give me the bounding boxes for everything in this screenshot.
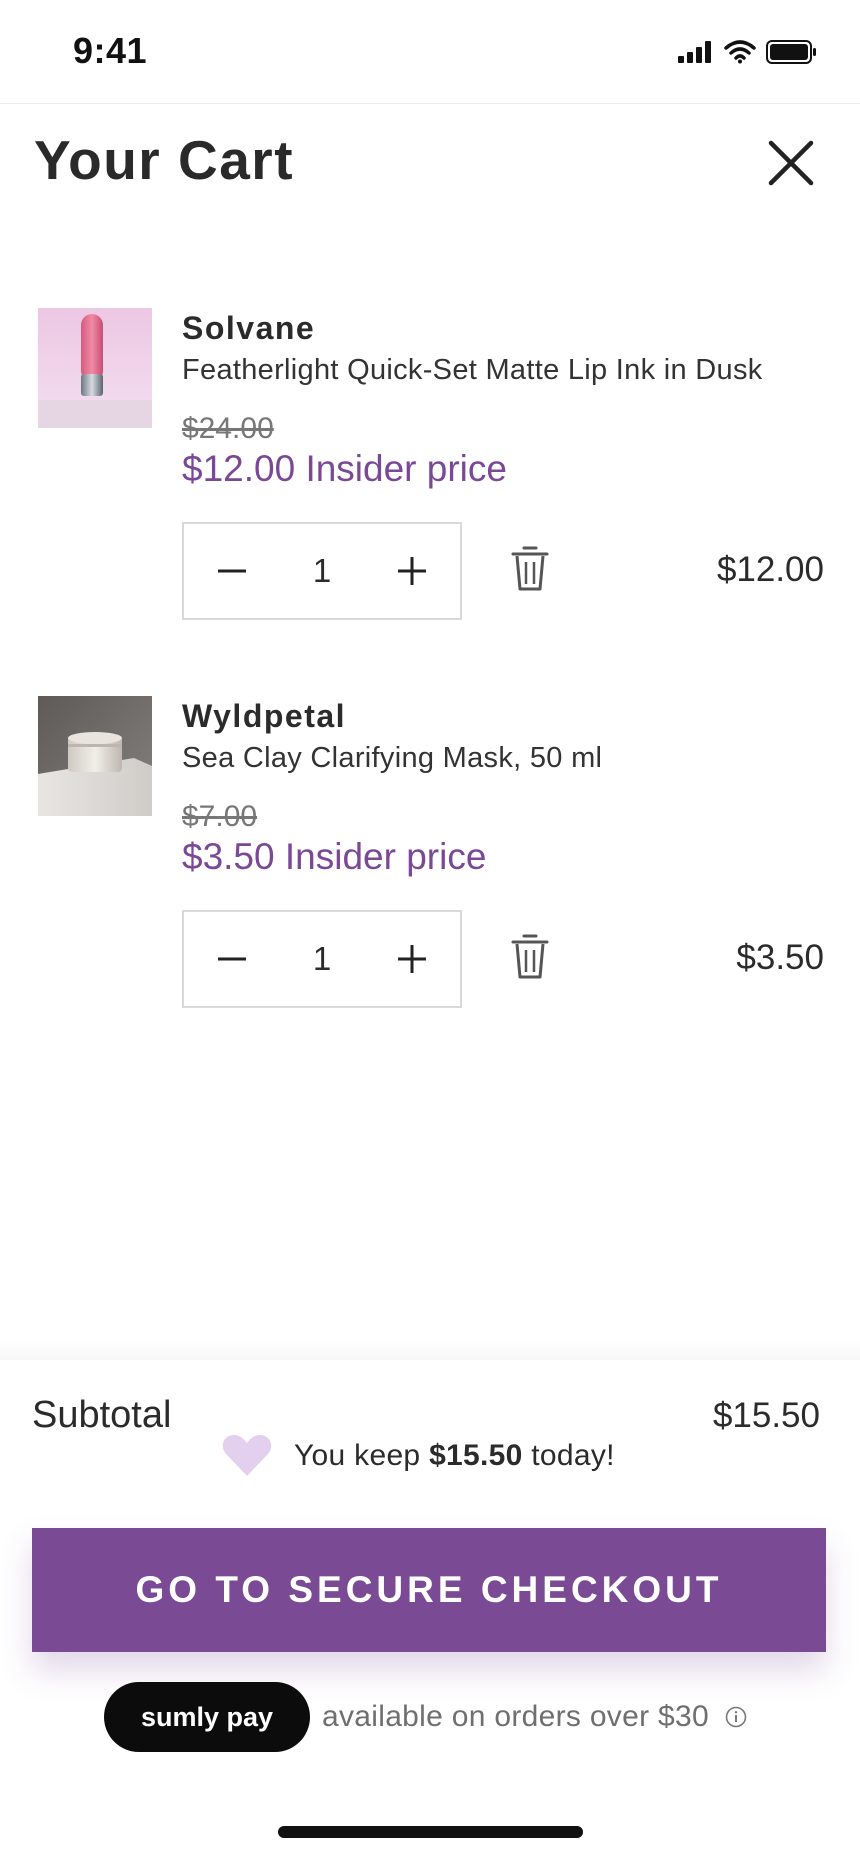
savings-message: You keep $15.50 today!: [222, 1434, 615, 1478]
quantity-stepper: 1: [182, 522, 462, 620]
quantity-value: 1: [312, 552, 332, 589]
item-insider-price: $3.50 Insider price: [182, 836, 487, 877]
page-title: Your Cart: [34, 129, 295, 191]
decrease-quantity-button[interactable]: [192, 912, 272, 1006]
quantity-value: 1: [312, 940, 332, 977]
subtotal-label: Subtotal: [32, 1394, 172, 1436]
home-indicator: [278, 1826, 583, 1838]
info-icon[interactable]: [725, 1706, 747, 1728]
increase-quantity-button[interactable]: [372, 524, 452, 618]
checkout-button[interactable]: GO TO SECURE CHECKOUT: [32, 1528, 826, 1652]
item-line-total: $3.50: [736, 938, 824, 977]
status-icons: [678, 40, 818, 64]
decrease-quantity-button[interactable]: [192, 524, 272, 618]
remove-item-button[interactable]: [510, 932, 550, 982]
status-time: 9:41: [73, 30, 148, 71]
item-brand: Solvane: [182, 310, 316, 346]
remove-item-button[interactable]: [510, 544, 550, 594]
item-name[interactable]: Sea Clay Clarifying Mask, 50 ml: [182, 742, 602, 775]
product-image-clay-mask: [38, 696, 152, 816]
pay-later-text: available on orders over $30: [322, 1700, 709, 1733]
item-original-price: $24.00: [182, 412, 274, 445]
battery-icon: [766, 40, 816, 64]
heart-icon: [222, 1435, 272, 1476]
pay-later-row: sumly pay available on orders over $30: [104, 1682, 747, 1752]
cart-item: Wyldpetal Sea Clay Clarifying Mask, 50 m…: [0, 696, 860, 1026]
sumly-pay-badge[interactable]: sumly pay: [104, 1682, 310, 1752]
quantity-stepper: 1: [182, 910, 462, 1008]
increase-quantity-button[interactable]: [372, 912, 452, 1006]
status-bar: 9:41: [0, 0, 860, 104]
plus-icon: [398, 557, 426, 585]
subtotal-value: $15.50: [712, 1396, 820, 1435]
minus-icon: [218, 569, 246, 573]
item-original-price: $7.00: [182, 800, 258, 833]
minus-icon: [218, 957, 246, 961]
savings-text: You keep $15.50 today!: [294, 1439, 615, 1472]
cart-footer: Subtotal $15.50 You keep $15.50 today! G…: [0, 1360, 860, 1864]
item-name[interactable]: Featherlight Quick-Set Matte Lip Ink in …: [182, 354, 763, 387]
item-brand: Wyldpetal: [182, 698, 347, 734]
signal-icon: [678, 41, 711, 63]
trash-icon: [511, 934, 549, 979]
item-insider-price: $12.00 Insider price: [182, 448, 507, 489]
cart-item: Solvane Featherlight Quick-Set Matte Lip…: [0, 308, 860, 638]
plus-icon: [398, 945, 426, 973]
wifi-icon: [724, 40, 756, 64]
close-button[interactable]: [766, 138, 816, 188]
trash-icon: [511, 546, 549, 591]
product-image-lip-ink: [38, 308, 152, 428]
item-line-total: $12.00: [716, 550, 824, 589]
close-icon: [768, 140, 814, 186]
